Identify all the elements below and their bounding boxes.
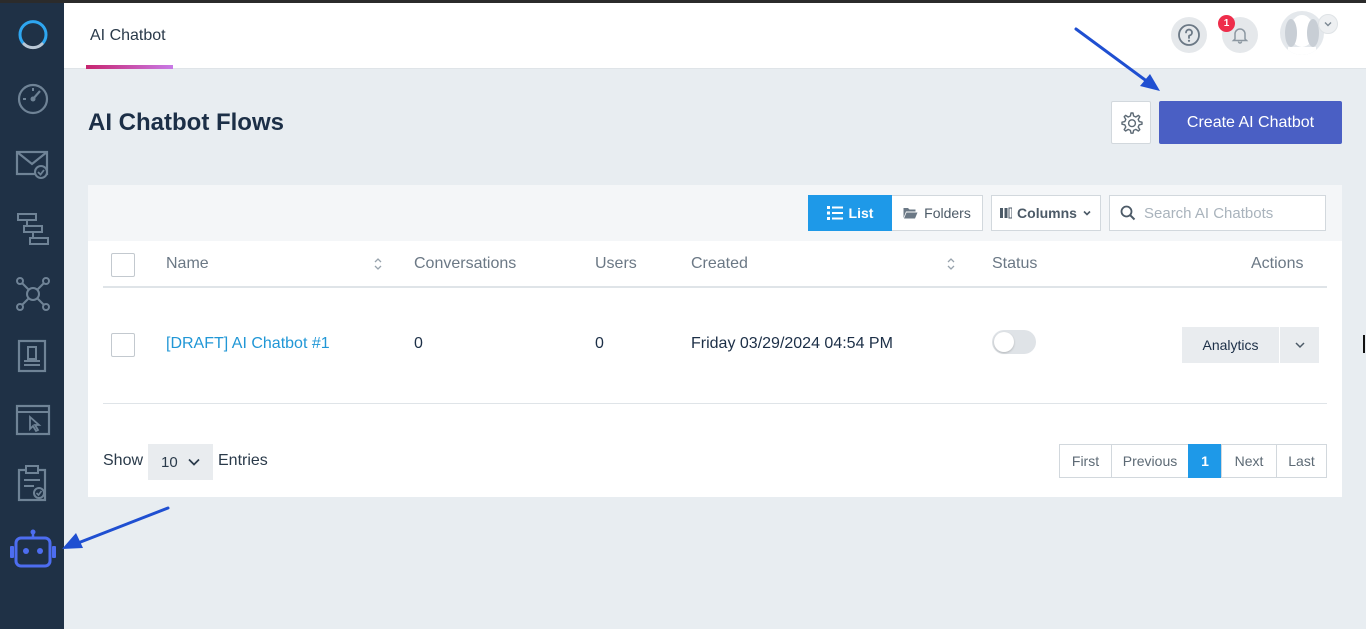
automation-flow-icon[interactable] — [14, 210, 52, 248]
settings-button[interactable] — [1111, 101, 1151, 144]
table-toolbar: List Folders Columns — [88, 185, 1342, 241]
table-header-divider — [103, 286, 1327, 288]
create-ai-chatbot-button[interactable]: Create AI Chatbot — [1159, 101, 1342, 144]
clipboard-check-icon[interactable] — [14, 464, 52, 502]
chevron-down-icon — [1324, 22, 1332, 27]
sort-icon[interactable] — [946, 257, 956, 271]
text-cursor — [1363, 335, 1365, 353]
show-label: Show — [103, 452, 144, 469]
status-toggle[interactable] — [992, 330, 1036, 354]
chevron-down-icon — [1083, 210, 1091, 216]
search-input[interactable] — [1144, 204, 1314, 222]
chatbot-name-link[interactable]: [DRAFT] AI Chatbot #1 — [166, 335, 330, 353]
help-button[interactable] — [1171, 17, 1207, 53]
active-tab-underline — [86, 65, 173, 69]
analytics-button[interactable]: Analytics — [1182, 327, 1279, 363]
row-actions-dropdown[interactable] — [1280, 327, 1319, 363]
columns-label: Columns — [1017, 205, 1077, 221]
sort-icon[interactable] — [373, 257, 383, 271]
columns-dropdown[interactable]: Columns — [991, 195, 1101, 231]
network-hub-icon[interactable] — [14, 275, 52, 313]
list-view-label: List — [848, 205, 874, 221]
tab-ai-chatbot-label: AI Chatbot — [90, 27, 166, 44]
page-title: AI Chatbot Flows — [88, 109, 284, 136]
column-header-users: Users — [595, 255, 637, 272]
annotation-arrow-left — [62, 506, 170, 549]
chatbot-flows-card: List Folders Columns Name Conversations … — [88, 185, 1342, 497]
column-header-created[interactable]: Created — [691, 255, 748, 273]
pagination-last[interactable]: Last — [1276, 444, 1327, 478]
chevron-down-icon — [1294, 342, 1305, 349]
created-date: Friday 03/29/2024 04:54 PM — [691, 335, 893, 352]
pagination-page-1[interactable]: 1 — [1188, 444, 1222, 478]
column-header-name[interactable]: Name — [166, 255, 209, 273]
search-field[interactable] — [1109, 195, 1326, 231]
forms-document-icon[interactable] — [14, 337, 52, 375]
column-header-actions: Actions — [1251, 255, 1304, 272]
help-icon — [1178, 24, 1200, 46]
users-count: 0 — [595, 335, 604, 352]
web-page-icon[interactable] — [14, 401, 52, 439]
folder-open-icon — [903, 208, 918, 219]
folders-view-label: Folders — [924, 205, 971, 221]
table-row-divider — [103, 403, 1327, 404]
pagination-previous[interactable]: Previous — [1111, 444, 1189, 478]
logo-icon[interactable] — [14, 16, 52, 54]
notification-badge: 1 — [1218, 15, 1235, 32]
search-icon — [1120, 205, 1136, 221]
account-menu-toggle[interactable] — [1318, 14, 1338, 34]
page-size-select[interactable]: 10 — [148, 444, 213, 480]
email-campaign-icon[interactable] — [14, 144, 52, 182]
list-icon — [826, 206, 843, 220]
columns-icon — [1000, 207, 1013, 219]
entries-label: Entries — [218, 452, 268, 469]
window-top-border — [0, 0, 1366, 3]
column-header-conversations: Conversations — [414, 255, 517, 272]
toggle-knob — [994, 332, 1014, 352]
list-view-button[interactable]: List — [808, 195, 892, 231]
sidebar — [0, 3, 64, 629]
conversations-count: 0 — [414, 335, 423, 352]
row-checkbox[interactable] — [111, 333, 135, 357]
page-size-value: 10 — [161, 453, 178, 471]
dashboard-gauge-icon[interactable] — [14, 79, 52, 117]
select-all-checkbox[interactable] — [111, 253, 135, 277]
column-header-status: Status — [992, 255, 1038, 272]
folders-view-button[interactable]: Folders — [892, 195, 983, 231]
gear-icon — [1121, 111, 1143, 134]
ai-chatbot-robot-icon[interactable] — [9, 529, 57, 573]
pagination-next[interactable]: Next — [1221, 444, 1277, 478]
tab-ai-chatbot[interactable]: AI Chatbot — [86, 3, 173, 69]
chevron-down-icon — [188, 458, 200, 466]
pagination-first[interactable]: First — [1059, 444, 1112, 478]
bell-icon — [1231, 28, 1249, 44]
